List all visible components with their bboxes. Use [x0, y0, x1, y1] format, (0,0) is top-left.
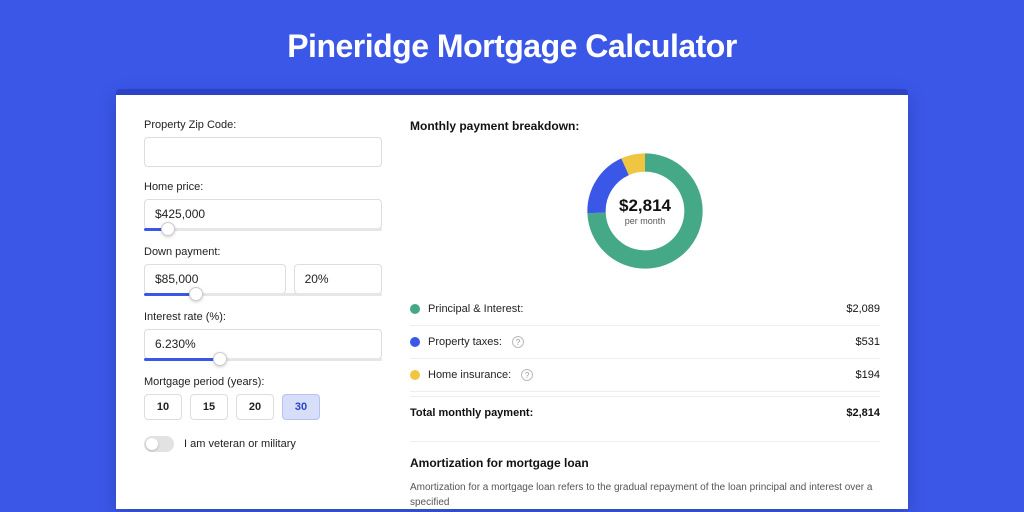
total-label: Total monthly payment: [410, 407, 533, 419]
down-payment-slider[interactable] [144, 294, 382, 297]
page-title: Pineridge Mortgage Calculator [0, 28, 1024, 65]
legend-label: Home insurance: [428, 369, 511, 381]
veteran-row: I am veteran or military [144, 436, 382, 452]
legend-value: $194 [856, 369, 880, 381]
legend-principal: Principal & Interest: $2,089 [410, 293, 880, 326]
home-price-slider[interactable] [144, 229, 382, 232]
veteran-toggle[interactable] [144, 436, 174, 452]
home-price-label: Home price: [144, 181, 382, 193]
zip-input[interactable] [144, 137, 382, 167]
down-payment-input[interactable] [144, 264, 286, 294]
help-icon[interactable]: ? [521, 369, 533, 381]
period-option-10[interactable]: 10 [144, 394, 182, 420]
breakdown-panel: Monthly payment breakdown: $2,814 per mo… [410, 119, 880, 510]
interest-field-group: Interest rate (%): [144, 311, 382, 362]
zip-field-group: Property Zip Code: [144, 119, 382, 167]
legend-insurance: Home insurance: ? $194 [410, 359, 880, 392]
interest-label: Interest rate (%): [144, 311, 382, 323]
legend-value: $2,089 [846, 303, 880, 315]
period-option-20[interactable]: 20 [236, 394, 274, 420]
total-value: $2,814 [846, 407, 880, 419]
period-option-15[interactable]: 15 [190, 394, 228, 420]
donut-amount: $2,814 [619, 196, 671, 216]
total-row: Total monthly payment: $2,814 [410, 396, 880, 433]
dot-icon [410, 370, 420, 380]
breakdown-title: Monthly payment breakdown: [410, 119, 880, 133]
calculator-card: Property Zip Code: Home price: Down paym… [116, 89, 908, 509]
help-icon[interactable]: ? [512, 336, 524, 348]
home-price-input[interactable] [144, 199, 382, 229]
period-option-30[interactable]: 30 [282, 394, 320, 420]
dot-icon [410, 337, 420, 347]
amortization-section: Amortization for mortgage loan Amortizat… [410, 441, 880, 510]
home-price-field-group: Home price: [144, 181, 382, 232]
legend-value: $531 [856, 336, 880, 348]
down-payment-field-group: Down payment: [144, 246, 382, 297]
inputs-panel: Property Zip Code: Home price: Down paym… [144, 119, 382, 510]
period-field-group: Mortgage period (years): 10 15 20 30 [144, 376, 382, 420]
interest-slider[interactable] [144, 359, 382, 362]
amortization-body: Amortization for a mortgage loan refers … [410, 480, 880, 510]
amortization-title: Amortization for mortgage loan [410, 456, 880, 470]
down-payment-label: Down payment: [144, 246, 382, 258]
payment-donut-chart: $2,814 per month [581, 147, 709, 275]
interest-input[interactable] [144, 329, 382, 359]
legend-label: Principal & Interest: [428, 303, 523, 315]
period-label: Mortgage period (years): [144, 376, 382, 388]
legend-label: Property taxes: [428, 336, 502, 348]
down-payment-pct-input[interactable] [294, 264, 382, 294]
veteran-label: I am veteran or military [184, 438, 296, 450]
period-options: 10 15 20 30 [144, 394, 382, 420]
zip-label: Property Zip Code: [144, 119, 382, 131]
dot-icon [410, 304, 420, 314]
legend-taxes: Property taxes: ? $531 [410, 326, 880, 359]
donut-sub: per month [625, 216, 666, 226]
